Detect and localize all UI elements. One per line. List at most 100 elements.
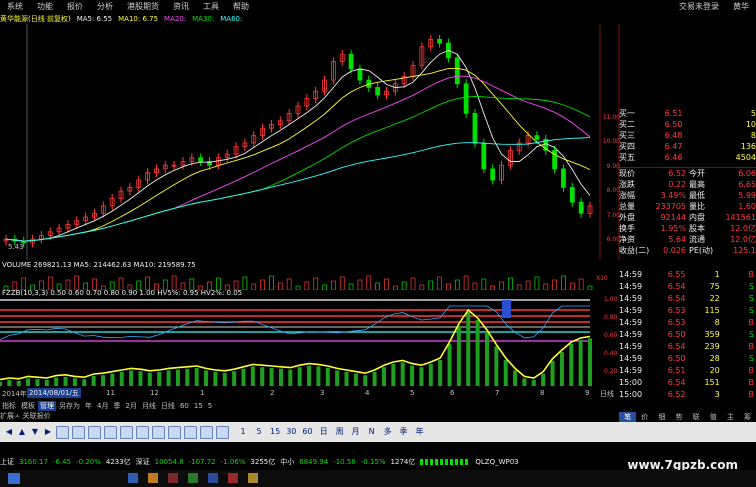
- zoom-in-icon[interactable]: [56, 425, 69, 439]
- indicator-bar: [466, 312, 471, 386]
- menu-function[interactable]: 功能: [30, 0, 60, 13]
- volume-bar: [508, 277, 513, 290]
- indicator-bar: [400, 362, 405, 386]
- volume-bar: [286, 278, 292, 290]
- period-tab[interactable]: 年: [83, 401, 94, 411]
- taskbar-app-icon[interactable]: [148, 473, 158, 483]
- text-icon[interactable]: [152, 425, 165, 439]
- indicator-bar: [484, 332, 489, 386]
- calendar-icon[interactable]: [216, 425, 229, 439]
- zx-index-name[interactable]: 中小: [280, 457, 294, 467]
- taskbar-app-icon[interactable]: [168, 473, 178, 483]
- forward-icon[interactable]: ▶: [43, 424, 53, 440]
- volume-bar: [242, 276, 248, 290]
- grid-icon[interactable]: [120, 425, 133, 439]
- toolbar-period-button[interactable]: 多: [383, 424, 393, 440]
- toolbar-period-button[interactable]: 月: [351, 424, 361, 440]
- indicator-bar: [513, 370, 518, 386]
- volume-bar: [322, 284, 327, 290]
- menu-quote[interactable]: 报价: [60, 0, 90, 13]
- y-tick: 10.00: [602, 138, 620, 145]
- chart-toolbar: ◀ ▲ ▼ ▶ 1 5 15 30 60 日周月 N 多季年: [0, 422, 756, 442]
- period-tab[interactable]: 指标: [0, 401, 18, 411]
- indicator-bar: [260, 367, 265, 386]
- back-icon[interactable]: ◀: [4, 424, 14, 440]
- chart-type-icon[interactable]: [88, 425, 101, 439]
- zoom-out-icon[interactable]: [72, 425, 85, 439]
- volume-bar: [552, 279, 557, 290]
- menu-news[interactable]: 资讯: [166, 0, 196, 13]
- period-tab[interactable]: 5: [206, 402, 214, 410]
- taskbar-app-icon[interactable]: [228, 473, 238, 483]
- indicator-bar: [578, 340, 583, 386]
- toolbar-period-button[interactable]: 周: [335, 424, 345, 440]
- period-tab[interactable]: 另存为: [57, 401, 82, 411]
- trade-login-status[interactable]: 交易未登录: [672, 0, 726, 13]
- menu-analysis[interactable]: 分析: [90, 0, 120, 13]
- menu-hk-futures[interactable]: 港股期货: [120, 0, 166, 13]
- period-tab[interactable]: 2月: [123, 401, 138, 411]
- up-icon[interactable]: ▲: [17, 424, 27, 440]
- ma-legend-item: MA20:: [164, 14, 187, 23]
- period-tab-row: 指标 模板 管理 另存为年 4月季 2月 月线 日线 60 15 5: [0, 400, 620, 411]
- draw-icon[interactable]: [136, 425, 149, 439]
- volume-bar: [384, 278, 389, 290]
- period-tab[interactable]: 4月: [95, 401, 110, 411]
- move-icon[interactable]: [200, 425, 213, 439]
- toolbar-period-button[interactable]: 5: [254, 424, 264, 440]
- toolbar-period-button[interactable]: 15: [270, 424, 280, 440]
- toolbar-period-button[interactable]: N: [367, 424, 377, 440]
- taskbar-app-icon[interactable]: [128, 473, 138, 483]
- taskbar-app-icon[interactable]: [188, 473, 198, 483]
- rsi-icon[interactable]: [168, 425, 181, 439]
- period-tab[interactable]: 模板: [19, 401, 37, 411]
- tick-row: 14:59 6.50 28 S: [619, 353, 754, 363]
- period-tab[interactable]: 季: [111, 401, 122, 411]
- volume-bar: [463, 275, 469, 290]
- indicator-bar: [185, 368, 190, 386]
- down-icon[interactable]: ▼: [30, 424, 40, 440]
- indicator-bar: [129, 370, 134, 386]
- quote-stat-row: 外盘 92144 内盘 141561: [619, 213, 756, 222]
- period-tab[interactable]: 日线: [159, 401, 177, 411]
- ma-legend-item: MA5: 6.55: [76, 14, 113, 23]
- indicator-bar: [381, 367, 386, 386]
- period-tab[interactable]: 管理: [38, 400, 56, 411]
- menu-tools[interactable]: 工具: [196, 0, 226, 13]
- taskbar-app-icon[interactable]: [248, 473, 258, 483]
- taskbar-app-icon[interactable]: [208, 473, 218, 483]
- toolbar-period-button[interactable]: 30: [286, 424, 296, 440]
- indicator-chart[interactable]: [0, 296, 600, 388]
- tick-row: 15:00 6.54 151 B: [619, 377, 754, 387]
- y-tick: 9.00: [606, 163, 620, 170]
- period-tab[interactable]: 60: [178, 402, 191, 410]
- settings-icon[interactable]: [184, 425, 197, 439]
- indicator-bar: [344, 372, 349, 386]
- volume-chart[interactable]: [0, 269, 600, 290]
- indicator-bar: [241, 368, 246, 386]
- sz-index-name[interactable]: 深证: [136, 457, 150, 467]
- toolbar-period-button[interactable]: 日: [319, 424, 329, 440]
- toolbar-period-button[interactable]: 年: [415, 424, 425, 440]
- volume-bar: [74, 275, 80, 290]
- month-tick: 3: [320, 389, 325, 397]
- toolbar-period-button[interactable]: 季: [399, 424, 409, 440]
- indicator-bar: [147, 372, 152, 386]
- start-icon[interactable]: [8, 473, 20, 484]
- quote-stat-row: 现价 6.52 今开 6.06: [619, 169, 756, 178]
- menu-system[interactable]: 系统: [0, 0, 30, 13]
- indicator-bar: [138, 371, 143, 386]
- toolbar-period-button[interactable]: 60: [302, 424, 312, 440]
- tick-row: 14:59 6.55 1 B: [619, 269, 754, 279]
- user-name[interactable]: 黄华: [726, 0, 756, 13]
- indicator-icon[interactable]: [104, 425, 117, 439]
- indicator-bar: [250, 366, 255, 386]
- period-tab[interactable]: 月线: [140, 401, 158, 411]
- low-price-label: 5.43: [8, 243, 24, 251]
- sh-index-name[interactable]: 上证: [0, 457, 14, 467]
- year-label: 2014年: [2, 390, 27, 398]
- period-tab[interactable]: 15: [192, 402, 205, 410]
- toolbar-period-button[interactable]: 1: [238, 424, 248, 440]
- menu-help[interactable]: 帮助: [226, 0, 256, 13]
- ma-line-5: [5, 50, 591, 242]
